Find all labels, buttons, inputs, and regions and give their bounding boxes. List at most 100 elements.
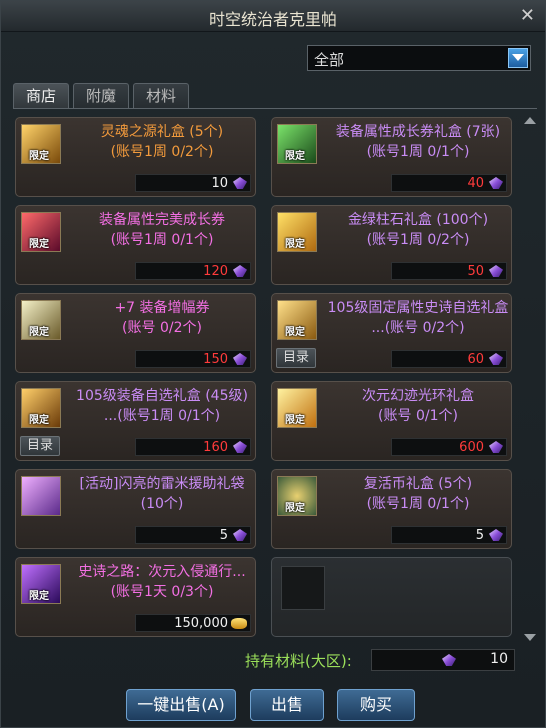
item-price: 120 xyxy=(203,264,228,279)
gem-icon xyxy=(442,654,456,666)
empty-slot xyxy=(281,566,325,610)
price-bar: 120 xyxy=(135,262,251,280)
item-name: 105级装备自选礼盒 (45级) ...(账号1周 0/1个) xyxy=(76,388,248,424)
tab-material[interactable]: 材料 xyxy=(133,83,189,109)
item-name: +7 装备增幅券 (账号 0/2个) xyxy=(114,300,210,336)
gem-icon xyxy=(489,353,503,365)
shop-item-card[interactable]: 限定 次元幻迹光环礼盒 (账号 0/1个) 600 xyxy=(271,381,512,461)
item-price: 50 xyxy=(467,264,484,279)
epic-road-icon: 限定 xyxy=(21,564,61,604)
item-price: 600 xyxy=(459,440,484,455)
scroll-down-icon[interactable] xyxy=(524,634,536,641)
item-price: 150,000 xyxy=(174,616,228,631)
item-name: 史诗之路：次元入侵通行...(账号1天 0/3个) xyxy=(78,564,246,600)
limited-tag: 限定 xyxy=(29,151,49,162)
held-material-box: 10 xyxy=(371,649,515,671)
catalog-button[interactable]: 目录 xyxy=(20,436,60,456)
shop-item-card[interactable]: 限定 装备属性完美成长券 (账号1周 0/1个) 120 xyxy=(15,205,256,285)
limited-tag: 限定 xyxy=(29,327,49,338)
remy-bag-icon xyxy=(21,476,61,516)
price-bar: 150 xyxy=(135,350,251,368)
limited-tag: 限定 xyxy=(285,151,305,162)
item-price: 5 xyxy=(475,528,484,543)
filter-dropdown[interactable]: 全部 xyxy=(307,45,531,71)
item-name: 装备属性成长券礼盒 (7张) (账号1周 0/1个) xyxy=(335,124,501,160)
gold-coin-icon xyxy=(231,618,247,629)
item-name: 次元幻迹光环礼盒 (账号 0/1个) xyxy=(362,388,474,424)
gem-icon xyxy=(489,529,503,541)
scrollbar[interactable] xyxy=(524,115,536,643)
item-price: 60 xyxy=(467,352,484,367)
price-bar: 150,000 xyxy=(135,614,251,632)
gem-icon xyxy=(233,177,247,189)
item-name: 金绿柱石礼盒 (100个) (账号1周 0/2个) xyxy=(347,212,489,248)
limited-tag: 限定 xyxy=(29,239,49,250)
close-icon[interactable]: ✕ xyxy=(520,5,535,26)
item-name: 105级固定属性史诗自选礼盒 ...(账号 0/2个) xyxy=(327,300,509,336)
amplify-ticket-icon: 限定 xyxy=(21,300,61,340)
item-price: 10 xyxy=(211,176,228,191)
quick-sell-button[interactable]: 一键出售(A) xyxy=(126,689,236,721)
chevron-down-icon[interactable] xyxy=(508,48,528,68)
catalog-button[interactable]: 目录 xyxy=(276,348,316,368)
item-price: 150 xyxy=(203,352,228,367)
sell-button[interactable]: 出售 xyxy=(250,689,324,721)
epic-chest-icon: 限定 xyxy=(277,300,317,340)
gem-icon xyxy=(489,177,503,189)
buy-button[interactable]: 购买 xyxy=(337,689,415,721)
title-bar[interactable]: 时空统治者克里帕 ✕ xyxy=(1,1,545,32)
price-bar: 40 xyxy=(391,174,507,192)
tab-shop[interactable]: 商店 xyxy=(13,83,69,109)
item-name: 灵魂之源礼盒 (5个) (账号1周 0/2个) xyxy=(100,124,224,160)
aura-box-icon: 限定 xyxy=(277,388,317,428)
item-name: 复活币礼盒 (5个) (账号1周 0/1个) xyxy=(363,476,473,512)
empty-item-card xyxy=(271,557,512,637)
price-bar: 600 xyxy=(391,438,507,456)
held-material-label: 持有材料(大区): xyxy=(245,652,352,670)
shop-item-card[interactable]: 限定 装备属性成长券礼盒 (7张) (账号1周 0/1个) 40 xyxy=(271,117,512,197)
item-name: [活动]闪亮的雷米援助礼袋 (10个) xyxy=(79,476,245,512)
limited-tag: 限定 xyxy=(29,591,49,602)
shop-item-card[interactable]: 限定 复活币礼盒 (5个) (账号1周 0/1个) 5 xyxy=(271,469,512,549)
price-bar: 160 xyxy=(135,438,251,456)
shop-item-card[interactable]: 限定目录 105级固定属性史诗自选礼盒 ...(账号 0/2个) 60 xyxy=(271,293,512,373)
equip-chest-icon: 限定 xyxy=(21,388,61,428)
price-bar: 50 xyxy=(391,262,507,280)
limited-tag: 限定 xyxy=(285,415,305,426)
tab-divider xyxy=(13,108,537,109)
shop-item-card[interactable]: [活动]闪亮的雷米援助礼袋 (10个) 5 xyxy=(15,469,256,549)
gem-icon xyxy=(233,353,247,365)
gem-icon xyxy=(489,265,503,277)
red-ticket-icon: 限定 xyxy=(21,212,61,252)
item-grid: 限定 灵魂之源礼盒 (5个) (账号1周 0/2个) 10 限定 装备属性成长券礼盒 (… xyxy=(15,117,517,647)
item-price: 5 xyxy=(219,528,228,543)
gem-icon xyxy=(233,265,247,277)
held-material-value: 10 xyxy=(490,651,508,667)
tab-enchant[interactable]: 附魔 xyxy=(73,83,129,109)
green-ticket-icon: 限定 xyxy=(277,124,317,164)
shop-item-card[interactable]: 限定 灵魂之源礼盒 (5个) (账号1周 0/2个) 10 xyxy=(15,117,256,197)
window-title: 时空统治者克里帕 xyxy=(208,10,337,29)
shop-item-card[interactable]: 限定 史诗之路：次元入侵通行...(账号1天 0/3个) 150,000 xyxy=(15,557,256,637)
gold-chest-icon: 限定 xyxy=(21,124,61,164)
item-name: 装备属性完美成长券 (账号1周 0/1个) xyxy=(99,212,225,248)
limited-tag: 限定 xyxy=(285,503,305,514)
gem-icon xyxy=(489,441,503,453)
beryl-box-icon: 限定 xyxy=(277,212,317,252)
gem-icon xyxy=(233,529,247,541)
shop-item-card[interactable]: 限定目录 105级装备自选礼盒 (45级) ...(账号1周 0/1个) 160 xyxy=(15,381,256,461)
price-bar: 5 xyxy=(391,526,507,544)
price-bar: 60 xyxy=(391,350,507,368)
filter-selected-value: 全部 xyxy=(314,51,345,69)
revive-coin-icon: 限定 xyxy=(277,476,317,516)
item-price: 40 xyxy=(467,176,484,191)
limited-tag: 限定 xyxy=(285,239,305,250)
price-bar: 10 xyxy=(135,174,251,192)
shop-item-card[interactable]: 限定 +7 装备增幅券 (账号 0/2个) 150 xyxy=(15,293,256,373)
price-bar: 5 xyxy=(135,526,251,544)
item-price: 160 xyxy=(203,440,228,455)
shop-item-card[interactable]: 限定 金绿柱石礼盒 (100个) (账号1周 0/2个) 50 xyxy=(271,205,512,285)
limited-tag: 限定 xyxy=(29,415,49,426)
scroll-up-icon[interactable] xyxy=(524,117,536,124)
shop-window: 时空统治者克里帕 ✕ 全部 商店 附魔 材料 限定 灵魂之源礼盒 (5个) (账号… xyxy=(0,0,546,728)
